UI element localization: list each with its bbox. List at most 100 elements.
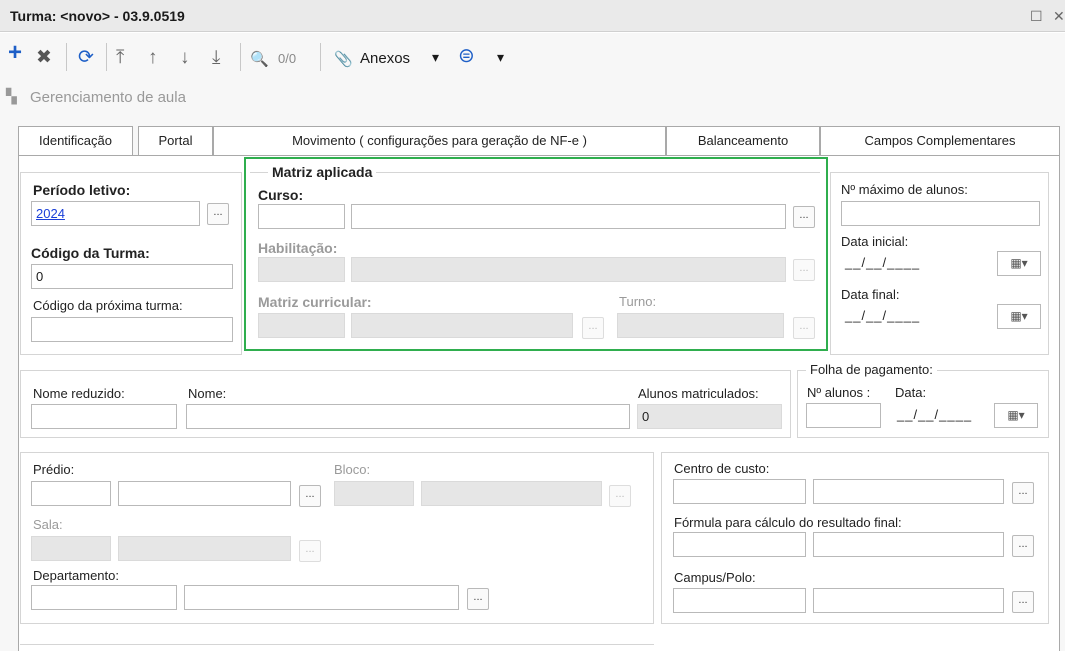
max-alunos-label: Nº máximo de alunos: [841, 182, 968, 197]
formula-label: Fórmula para cálculo do resultado final: [674, 515, 902, 530]
n-alunos-label: Nº alunos : [807, 385, 871, 400]
matriz-code-input [258, 313, 345, 338]
sala-code-input [31, 536, 111, 561]
folha-data-calendar-icon[interactable]: ▦▾ [994, 403, 1038, 428]
nome-label: Nome: [188, 386, 227, 401]
centro-custo-name-input[interactable] [813, 479, 1004, 504]
restore-icon[interactable]: ☐ [1030, 8, 1043, 25]
formula-lookup-button[interactable]: ... [1012, 535, 1034, 557]
curso-code-input[interactable] [258, 204, 345, 229]
nome-reduzido-input[interactable] [31, 404, 177, 429]
predio-name-input[interactable] [118, 481, 291, 506]
centro-custo-code-input[interactable] [673, 479, 806, 504]
data-inicial-input[interactable]: __/__/____ [841, 251, 996, 276]
breadcrumb-icon: ▚ [6, 88, 17, 104]
matriz-legend: Matriz aplicada [268, 164, 377, 180]
extra-actions-icon[interactable]: ⊜ [458, 45, 475, 67]
curso-lookup-button[interactable]: ... [793, 206, 815, 228]
data-final-calendar-icon[interactable]: ▦▾ [997, 304, 1041, 329]
campus-lookup-button[interactable]: ... [1012, 591, 1034, 613]
folha-data-input[interactable]: __/__/____ [893, 403, 993, 428]
turno-input [617, 313, 784, 338]
habilitacao-name-input [351, 257, 786, 282]
departamento-lookup-button[interactable]: ... [467, 588, 489, 610]
nome-input[interactable] [186, 404, 630, 429]
codigo-turma-label: Código da Turma: [31, 245, 150, 261]
next-record-icon[interactable]: ↓ [180, 47, 190, 69]
matriz-curricular-label: Matriz curricular: [258, 294, 372, 310]
paperclip-icon[interactable]: 📎 [334, 49, 353, 71]
formula-code-input[interactable] [673, 532, 806, 557]
curso-label: Curso: [258, 187, 304, 203]
periodo-input[interactable]: 2024 [31, 201, 200, 226]
campus-name-input[interactable] [813, 588, 1004, 613]
data-inicial-calendar-icon[interactable]: ▦▾ [997, 251, 1041, 276]
first-record-icon[interactable]: ⤒ [116, 47, 124, 69]
periodo-lookup-button[interactable]: ... [207, 203, 229, 225]
previous-record-icon[interactable]: ↑ [148, 47, 158, 69]
centro-custo-label: Centro de custo: [674, 461, 770, 476]
data-inicial-label: Data inicial: [841, 234, 909, 249]
turno-label: Turno: [619, 294, 657, 309]
folha-legend: Folha de pagamento: [806, 362, 937, 377]
habilitacao-code-input [258, 257, 345, 282]
habilitacao-lookup-button: ... [793, 259, 815, 281]
window-title: Turma: <novo> - 03.9.0519 [10, 8, 185, 24]
predio-code-input[interactable] [31, 481, 111, 506]
proxima-turma-input[interactable] [31, 317, 233, 342]
tab-portal[interactable]: Portal [138, 126, 213, 156]
formula-name-input[interactable] [813, 532, 1004, 557]
sala-label: Sala: [33, 517, 63, 532]
data-final-label: Data final: [841, 287, 900, 302]
sala-lookup-button: ... [299, 540, 321, 562]
alunos-matriculados-value: 0 [637, 404, 782, 429]
max-alunos-input[interactable] [841, 201, 1040, 226]
breadcrumb: Gerenciamento de aula [30, 89, 186, 106]
n-alunos-input[interactable] [806, 403, 881, 428]
matriz-lookup-button: ... [582, 317, 604, 339]
add-icon[interactable]: + [8, 41, 22, 65]
folha-data-label: Data: [895, 385, 927, 400]
record-counter: 0/0 [278, 51, 297, 66]
extra-actions-dropdown-icon[interactable]: ▾ [497, 49, 504, 66]
window-titlebar: Turma: <novo> - 03.9.0519 ☐ ✕ [0, 0, 1065, 32]
departamento-name-input[interactable] [184, 585, 459, 610]
departamento-label: Departamento: [33, 568, 119, 583]
campus-label: Campus/Polo: [674, 570, 756, 585]
tab-movimento[interactable]: Movimento ( configurações para geração d… [213, 126, 666, 156]
tab-campos-complementares[interactable]: Campos Complementares [820, 126, 1060, 156]
departamento-code-input[interactable] [31, 585, 177, 610]
tab-identificacao[interactable]: Identificação [18, 126, 133, 156]
turno-lookup-button: ... [793, 317, 815, 339]
close-icon[interactable]: ✕ [1053, 8, 1065, 25]
campus-code-input[interactable] [673, 588, 806, 613]
data-final-input[interactable]: __/__/____ [841, 304, 996, 329]
delete-icon[interactable]: ✖ [36, 47, 52, 69]
bloco-label: Bloco: [334, 462, 371, 477]
bloco-lookup-button: ... [609, 485, 631, 507]
bloco-code-input [334, 481, 414, 506]
periodo-link[interactable]: 2024 [36, 206, 65, 221]
sala-name-input [118, 536, 291, 561]
nome-reduzido-label: Nome reduzido: [33, 386, 125, 401]
centro-custo-lookup-button[interactable]: ... [1012, 482, 1034, 504]
matriz-name-input [351, 313, 573, 338]
codigo-turma-input[interactable]: 0 [31, 264, 233, 289]
refresh-icon[interactable]: ⟳ [78, 47, 94, 69]
predio-label: Prédio: [33, 462, 75, 477]
attachments-dropdown-icon[interactable]: ▾ [432, 49, 439, 66]
proxima-turma-label: Código da próxima turma: [33, 298, 183, 313]
predio-lookup-button[interactable]: ... [299, 485, 321, 507]
alunos-matriculados-label: Alunos matriculados: [638, 386, 759, 401]
attachments-button[interactable]: Anexos [360, 50, 410, 67]
next-group-edge [20, 644, 654, 645]
bloco-name-input [421, 481, 602, 506]
toolbar: + ✖ ⟳ ⤒ ↑ ↓ ⤓ 🔍 0/0 📎 Anexos ▾ ⊜ ▾ [0, 33, 1065, 83]
search-icon[interactable]: 🔍 [250, 49, 269, 71]
periodo-label: Período letivo: [33, 182, 131, 198]
habilitacao-label: Habilitação: [258, 240, 338, 256]
tab-strip: Identificação Portal Movimento ( configu… [18, 126, 1060, 156]
tab-balanceamento[interactable]: Balanceamento [666, 126, 820, 156]
curso-name-input[interactable] [351, 204, 786, 229]
last-record-icon[interactable]: ⤓ [212, 47, 220, 69]
